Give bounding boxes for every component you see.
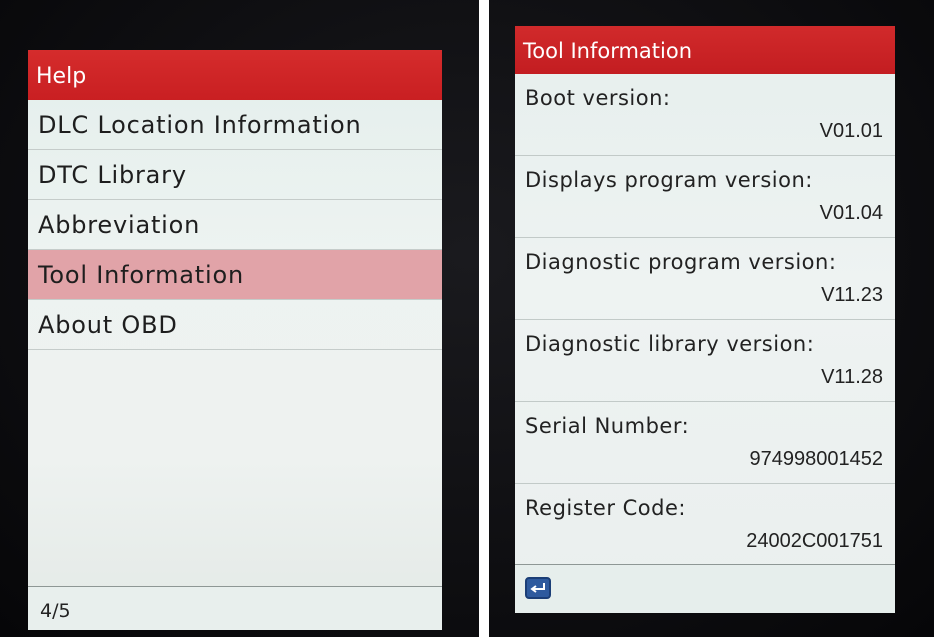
help-menu-list: DLC Location Information DTC Library Abb… [28, 100, 442, 350]
info-row-boot-version: Boot version: V01.01 [515, 74, 895, 156]
help-title: Help [36, 64, 87, 89]
info-value: V01.04 [819, 202, 883, 224]
tool-info-title-bar: Tool Information [515, 26, 895, 74]
info-label: Diagnostic library version: [525, 332, 815, 356]
info-value: V11.23 [821, 284, 883, 306]
info-row-diagnostic-program-version: Diagnostic program version: V11.23 [515, 238, 895, 320]
back-button[interactable] [525, 577, 551, 599]
menu-item-label: Abbreviation [38, 211, 201, 239]
help-menu-screen: Help DLC Location Information DTC Librar… [28, 50, 442, 630]
return-arrow-icon [530, 583, 545, 593]
device-photo-frame: Help DLC Location Information DTC Librar… [0, 0, 934, 637]
menu-item-about-obd[interactable]: About OBD [28, 300, 442, 350]
tool-info-bottom-bar [515, 564, 895, 613]
photo-divider [479, 0, 489, 637]
menu-item-tool-information[interactable]: Tool Information [28, 250, 442, 300]
help-title-bar: Help [28, 50, 442, 100]
info-label: Displays program version: [525, 168, 813, 192]
menu-item-label: DTC Library [38, 161, 187, 189]
page-indicator: 4/5 [28, 586, 442, 630]
info-value: V11.28 [821, 366, 883, 388]
info-row-displays-program-version: Displays program version: V01.04 [515, 156, 895, 238]
info-label: Boot version: [525, 86, 671, 110]
info-row-serial-number: Serial Number: 974998001452 [515, 402, 895, 484]
menu-item-abbreviation[interactable]: Abbreviation [28, 200, 442, 250]
menu-item-dlc-location-information[interactable]: DLC Location Information [28, 100, 442, 150]
page-indicator-text: 4/5 [40, 600, 71, 622]
menu-item-label: DLC Location Information [38, 111, 362, 139]
info-row-register-code: Register Code: 24002C001751 [515, 484, 895, 566]
menu-item-label: About OBD [38, 311, 178, 339]
info-label: Diagnostic program version: [525, 250, 837, 274]
menu-item-dtc-library[interactable]: DTC Library [28, 150, 442, 200]
info-value: 24002C001751 [746, 530, 883, 552]
tool-information-screen: Tool Information Boot version: V01.01 Di… [515, 26, 895, 613]
info-value: V01.01 [819, 120, 883, 142]
menu-item-label: Tool Information [38, 261, 244, 289]
tool-info-title: Tool Information [523, 39, 693, 63]
info-label: Register Code: [525, 496, 686, 520]
info-label: Serial Number: [525, 414, 690, 438]
info-value: 974998001452 [749, 448, 883, 470]
tool-info-list: Boot version: V01.01 Displays program ve… [515, 74, 895, 566]
info-row-diagnostic-library-version: Diagnostic library version: V11.28 [515, 320, 895, 402]
